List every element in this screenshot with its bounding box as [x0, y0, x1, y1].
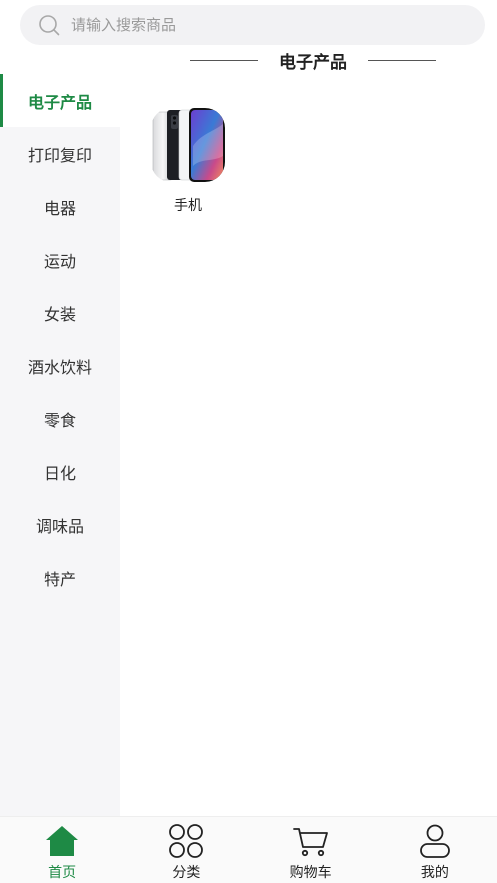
- sidebar-item-label: 打印复印: [27, 145, 92, 165]
- sidebar-item-label: 日化: [43, 463, 76, 483]
- sidebar-item-label: 电子产品: [27, 92, 92, 112]
- sidebar-item-electronics[interactable]: 电子产品: [0, 74, 120, 127]
- sidebar-item-womens-clothing[interactable]: 女装: [0, 286, 120, 339]
- sidebar-item-label: 运动: [43, 251, 76, 271]
- product-name: 手机: [174, 198, 202, 214]
- tab-label: 分类: [172, 865, 201, 881]
- section-title: 电子产品: [279, 52, 347, 73]
- cart-icon: [292, 828, 328, 857]
- tab-label: 购物车: [289, 865, 332, 881]
- sidebar-item-label: 零食: [43, 410, 76, 430]
- category-sidebar: 电子产品 打印复印 电器 运动 女装 酒水饮料 零食 日化 调味品 特产: [0, 74, 120, 816]
- tab-category[interactable]: 分类: [124, 817, 248, 883]
- app-root: 请输入搜索商品 电子产品 电子产品 打印复印 电器 运动 女装 酒水饮料 零食 …: [0, 0, 497, 883]
- search-bar: 请输入搜索商品: [0, 0, 497, 52]
- tab-home[interactable]: 首页: [0, 817, 124, 883]
- search-placeholder: 请输入搜索商品: [71, 16, 177, 34]
- home-icon: [46, 826, 79, 856]
- sidebar-item-label: 女装: [43, 304, 76, 324]
- search-icon: [39, 15, 60, 36]
- sidebar-item-label: 特产: [43, 569, 76, 589]
- search-input[interactable]: 请输入搜索商品: [20, 5, 485, 45]
- divider-right: [368, 59, 436, 61]
- sidebar-item-snacks[interactable]: 零食: [0, 392, 120, 445]
- section-header: 电子产品: [190, 46, 436, 74]
- category-icon: [169, 824, 204, 858]
- sidebar-item-label: 调味品: [35, 516, 84, 536]
- tab-label: 首页: [48, 865, 77, 881]
- sidebar-item-sports[interactable]: 运动: [0, 233, 120, 286]
- divider-left: [190, 59, 258, 61]
- sidebar-item-appliances[interactable]: 电器: [0, 180, 120, 233]
- sidebar-item-daily-chemicals[interactable]: 日化: [0, 445, 120, 498]
- product-item-phone[interactable]: 手机: [148, 106, 228, 216]
- sidebar-item-specialties[interactable]: 特产: [0, 551, 120, 604]
- sidebar-item-label: 电器: [43, 198, 76, 218]
- phone-image: [151, 108, 225, 182]
- tab-profile[interactable]: 我的: [373, 817, 497, 883]
- sidebar-item-drinks[interactable]: 酒水饮料: [0, 339, 120, 392]
- sidebar-item-condiments[interactable]: 调味品: [0, 498, 120, 551]
- sidebar-item-label: 酒水饮料: [27, 357, 92, 377]
- sidebar-item-printing[interactable]: 打印复印: [0, 127, 120, 180]
- tab-label: 我的: [420, 865, 449, 881]
- bottom-tab-bar: 首页 分类 购物车 我的: [0, 816, 497, 883]
- tab-cart[interactable]: 购物车: [249, 817, 373, 883]
- user-icon: [419, 824, 450, 858]
